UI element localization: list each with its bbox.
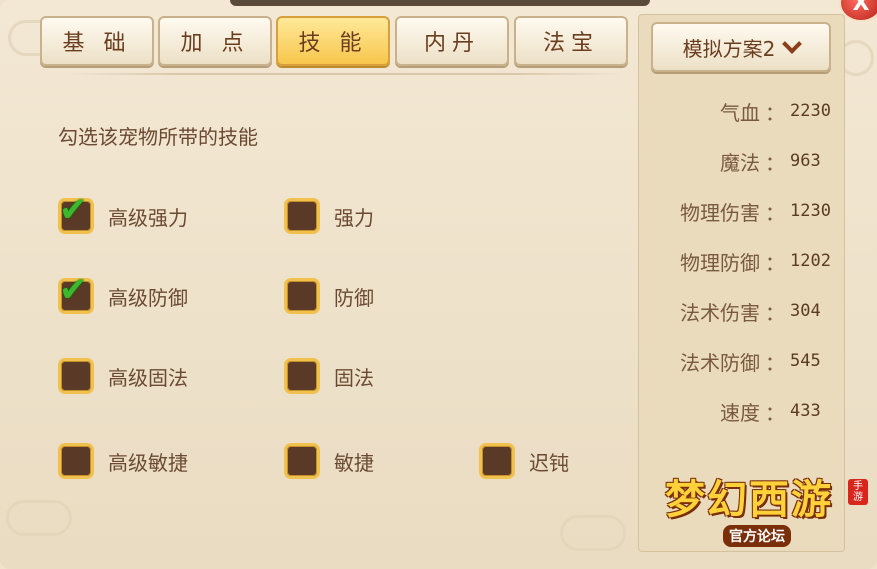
checkbox[interactable] [284,278,320,314]
stat-name: 物理防御 [680,250,760,275]
stat-speed: 速度 ： 433 [650,396,840,426]
checkbox[interactable] [58,443,94,479]
checkbox[interactable]: ✔ [58,193,94,234]
stat-separator: ： [765,150,785,175]
stat-value: 433 [790,401,821,421]
stat-separator: ： [765,250,785,275]
logo-badge: 手游 [848,479,868,505]
stat-separator: ： [765,300,785,325]
stat-name: 法术伤害 [680,300,760,325]
skill-label: 高级敏捷 [108,450,188,475]
skill-strength[interactable]: 强力 [284,198,374,234]
logo-subtitle: 官方论坛 [723,525,791,547]
stat-name: 法术防御 [680,350,760,375]
stat-value: 545 [790,351,821,371]
stat-mp: 魔法 ： 963 [650,146,840,176]
tab-points[interactable]: 加 点 [158,16,272,66]
skill-fortify[interactable]: 固法 [284,358,374,394]
stat-separator: ： [765,400,785,425]
stat-value: 1202 [790,251,831,271]
game-logo: 梦幻西游 手游 官方论坛 [665,467,870,552]
skill-label: 高级固法 [108,365,188,390]
check-icon: ✔ [59,270,88,310]
checkbox[interactable] [284,198,320,234]
skill-advanced-defense[interactable]: ✔ 高级防御 [58,273,188,314]
skill-label: 高级强力 [108,205,188,230]
stat-name: 魔法 [720,150,760,175]
stat-value: 2230 [790,101,831,121]
stat-hp: 气血 ： 2230 [650,96,840,126]
skill-advanced-fortify[interactable]: 高级固法 [58,358,188,394]
skill-label: 防御 [334,285,374,310]
cloud-ornament [560,515,626,551]
skill-label: 高级防御 [108,285,188,310]
close-icon: X [852,0,870,16]
tab-basic[interactable]: 基 础 [40,16,154,66]
check-icon: ✔ [59,190,88,230]
skill-sluggish[interactable]: 迟钝 [479,443,569,479]
stat-value: 1230 [790,201,831,221]
skill-advanced-agility[interactable]: 高级敏捷 [58,443,188,479]
skill-label: 固法 [334,365,374,390]
skill-label: 迟钝 [529,450,569,475]
stat-physical-defense: 物理防御 ： 1202 [650,246,840,276]
checkbox[interactable]: ✔ [58,273,94,314]
stat-separator: ： [765,100,785,125]
chevron-down-icon [782,34,803,54]
logo-title: 梦幻西游 [665,477,833,523]
stat-magic-damage: 法术伤害 ： 304 [650,296,840,326]
skill-label: 敏捷 [334,450,374,475]
checkbox[interactable] [479,443,515,479]
top-handle [230,0,650,6]
divider [65,73,625,75]
tab-treasure[interactable]: 法宝 [514,16,628,66]
skill-defense[interactable]: 防御 [284,278,374,314]
stat-name: 气血 [720,100,760,125]
skill-agility[interactable]: 敏捷 [284,443,374,479]
stat-magic-defense: 法术防御 ： 545 [650,346,840,376]
checkbox[interactable] [284,443,320,479]
checkbox[interactable] [284,358,320,394]
skill-label: 强力 [334,205,374,230]
instruction-text: 勾选该宠物所带的技能 [58,125,258,149]
skill-panel: 基 础 加 点 技 能 内丹 法宝 勾选该宠物所带的技能 ✔ 高级强力 强力 ✔… [0,0,877,569]
stat-physical-damage: 物理伤害 ： 1230 [650,196,840,226]
stat-separator: ： [765,350,785,375]
checkbox[interactable] [58,358,94,394]
stat-value: 963 [790,151,821,171]
stat-separator: ： [765,200,785,225]
tab-skills[interactable]: 技 能 [276,16,390,66]
scheme-dropdown[interactable]: 模拟方案2 [651,22,831,72]
skill-advanced-strength[interactable]: ✔ 高级强力 [58,193,188,234]
cloud-ornament [6,500,72,536]
tab-inner-elixir[interactable]: 内丹 [395,16,509,66]
stat-name: 物理伤害 [680,200,760,225]
stat-value: 304 [790,301,821,321]
scheme-label: 模拟方案2 [682,36,776,61]
stat-name: 速度 [720,400,760,425]
